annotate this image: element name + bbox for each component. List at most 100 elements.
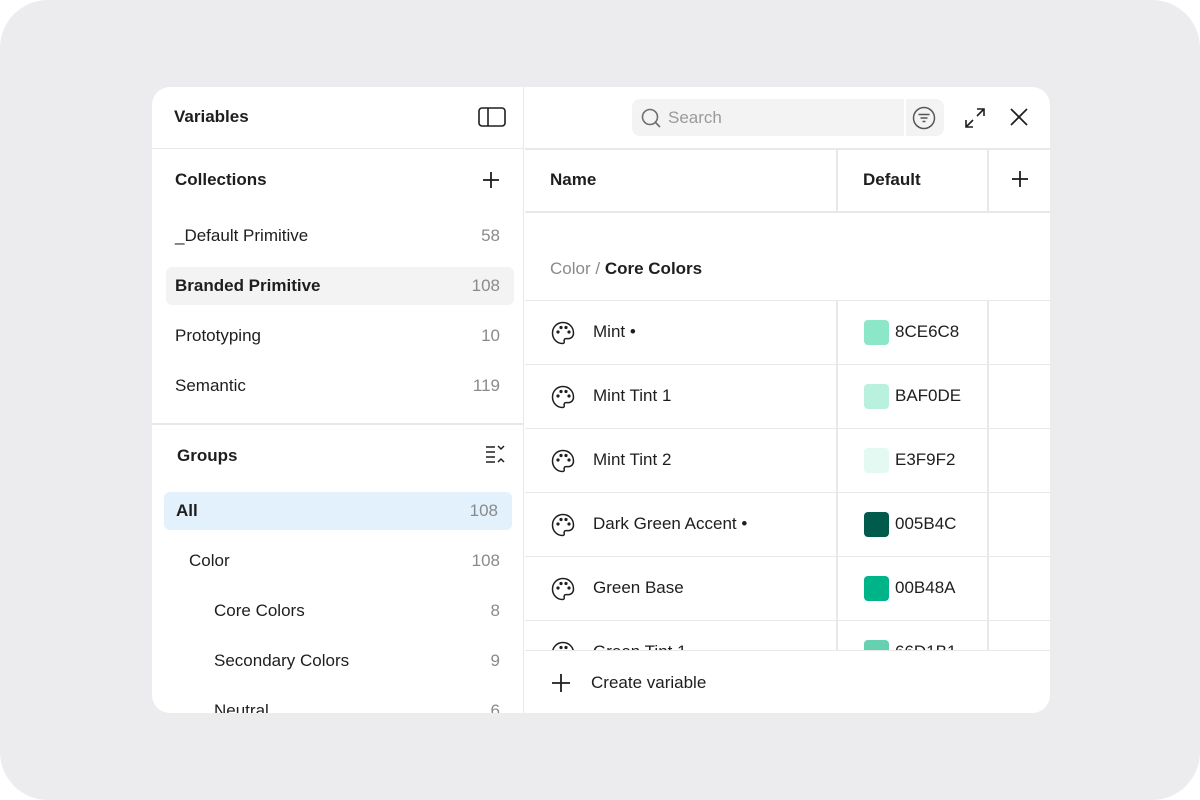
color-swatch[interactable] [864, 384, 889, 409]
column-divider [987, 493, 989, 557]
collection-label: _Default Primitive [175, 226, 309, 245]
group-count: 8 [490, 601, 500, 620]
table-row[interactable]: Green Tint 1 66D1B1 [525, 620, 1050, 650]
column-divider [836, 301, 838, 365]
table-row[interactable]: Mint Tint 2 E3F9F2 [525, 428, 1050, 493]
color-swatch[interactable] [864, 320, 889, 345]
create-variable-button[interactable]: Create variable [549, 671, 749, 695]
collection-label: Semantic [175, 376, 246, 395]
column-divider [987, 557, 989, 621]
variables-panel: Variables Collections _Default Primitive… [152, 87, 1050, 713]
color-swatch[interactable] [864, 576, 889, 601]
collection-label: Branded Primitive [175, 276, 321, 295]
group-label: Color [189, 551, 230, 570]
color-swatch[interactable] [864, 448, 889, 473]
collection-count: 119 [472, 376, 500, 395]
color-hex-value: BAF0DE [895, 386, 962, 405]
column-divider [836, 557, 838, 621]
group-item-all[interactable]: All 108 [164, 492, 512, 530]
color-swatch[interactable] [864, 640, 889, 650]
variable-rows: Mint • 8CE6C8 Mint Tint 1 BAF0DE Mint Ti… [525, 300, 1050, 650]
breadcrumb-current: Core Colors [604, 259, 703, 278]
column-divider [836, 149, 838, 212]
variable-name: Mint • [593, 322, 636, 341]
table-row[interactable]: Green Base 00B48A [525, 556, 1050, 621]
collection-count: 58 [481, 226, 500, 245]
group-label: Secondary Colors [214, 651, 350, 670]
collections-header: Collections [152, 149, 523, 211]
group-item-secondary-colors[interactable]: Secondary Colors 9 [166, 642, 514, 680]
collection-count: 10 [481, 326, 500, 345]
add-mode-icon[interactable] [1009, 168, 1031, 190]
group-item-color[interactable]: Color 108 [166, 542, 514, 580]
group-item-neutral[interactable]: Neutral 6 [166, 692, 514, 713]
groups-title: Groups [177, 446, 238, 465]
column-divider [836, 429, 838, 493]
search-icon [641, 108, 661, 128]
variables-table-area: Name Default Color / Core Colors Mint • [525, 87, 1050, 713]
plus-icon [552, 674, 570, 692]
palette-icon [551, 449, 575, 473]
search-box [632, 99, 944, 136]
breadcrumb-parent: Color [550, 259, 591, 278]
breadcrumb-separator: / [595, 259, 601, 278]
panel-title: Variables [174, 107, 249, 126]
color-hex-value: 8CE6C8 [895, 322, 960, 341]
column-divider [836, 621, 838, 650]
variable-name: Dark Green Accent • [593, 514, 748, 533]
table-row[interactable]: Mint Tint 1 BAF0DE [525, 364, 1050, 429]
group-item-core-colors[interactable]: Core Colors 8 [166, 592, 514, 630]
palette-icon [551, 513, 575, 537]
column-divider [836, 493, 838, 557]
group-breadcrumb: Color / Core Colors [550, 259, 702, 279]
collection-count: 108 [471, 276, 500, 295]
add-collection-icon[interactable] [480, 169, 502, 191]
color-hex-value: 66D1B1 [895, 642, 956, 650]
group-label: Neutral [214, 701, 269, 713]
header-divider [525, 148, 1050, 150]
create-variable-label: Create variable [591, 673, 707, 692]
column-divider [987, 429, 989, 493]
table-footer: Create variable [525, 650, 1050, 713]
palette-icon [551, 321, 575, 345]
variable-name: Green Base [593, 578, 684, 597]
collection-item-prototyping[interactable]: Prototyping 10 [166, 317, 514, 355]
palette-icon [552, 641, 574, 650]
sidebar: Variables Collections _Default Primitive… [152, 87, 524, 713]
collections-title: Collections [175, 170, 267, 189]
variable-name: Mint Tint 2 [593, 450, 672, 469]
search-input[interactable] [668, 105, 898, 130]
column-divider [987, 621, 989, 650]
collection-label: Prototyping [175, 326, 261, 345]
column-header-default[interactable]: Default [863, 170, 921, 190]
palette-icon [551, 385, 575, 409]
collection-item-default-primitive[interactable]: _Default Primitive 58 [166, 217, 514, 255]
close-icon[interactable] [1008, 106, 1030, 128]
column-header-name: Name [550, 170, 597, 189]
column-divider [987, 149, 989, 212]
color-swatch[interactable] [864, 512, 889, 537]
group-count: 9 [490, 651, 500, 670]
table-header-divider [525, 211, 1050, 213]
color-hex-value: 005B4C [895, 514, 957, 533]
group-count: 108 [471, 551, 500, 570]
table-row[interactable]: Mint • 8CE6C8 [525, 300, 1050, 365]
sidebar-toggle-icon[interactable] [478, 106, 506, 128]
collapse-groups-icon[interactable] [484, 443, 506, 465]
search-divider [904, 99, 906, 136]
color-hex-value: 00B48A [895, 578, 956, 597]
sidebar-header: Variables [152, 87, 523, 149]
column-divider [836, 365, 838, 429]
table-row[interactable]: Dark Green Accent • 005B4C [525, 492, 1050, 557]
color-hex-value: E3F9F2 [895, 450, 956, 469]
group-count: 108 [469, 501, 498, 520]
sidebar-divider [152, 423, 523, 425]
group-label: All [176, 501, 198, 520]
filter-icon[interactable] [911, 105, 937, 131]
collection-item-branded-primitive[interactable]: Branded Primitive 108 [166, 267, 514, 305]
group-label: Core Colors [214, 601, 305, 620]
column-divider [987, 301, 989, 365]
expand-icon[interactable] [963, 106, 987, 130]
collection-item-semantic[interactable]: Semantic 119 [166, 367, 514, 405]
palette-icon [551, 577, 575, 601]
